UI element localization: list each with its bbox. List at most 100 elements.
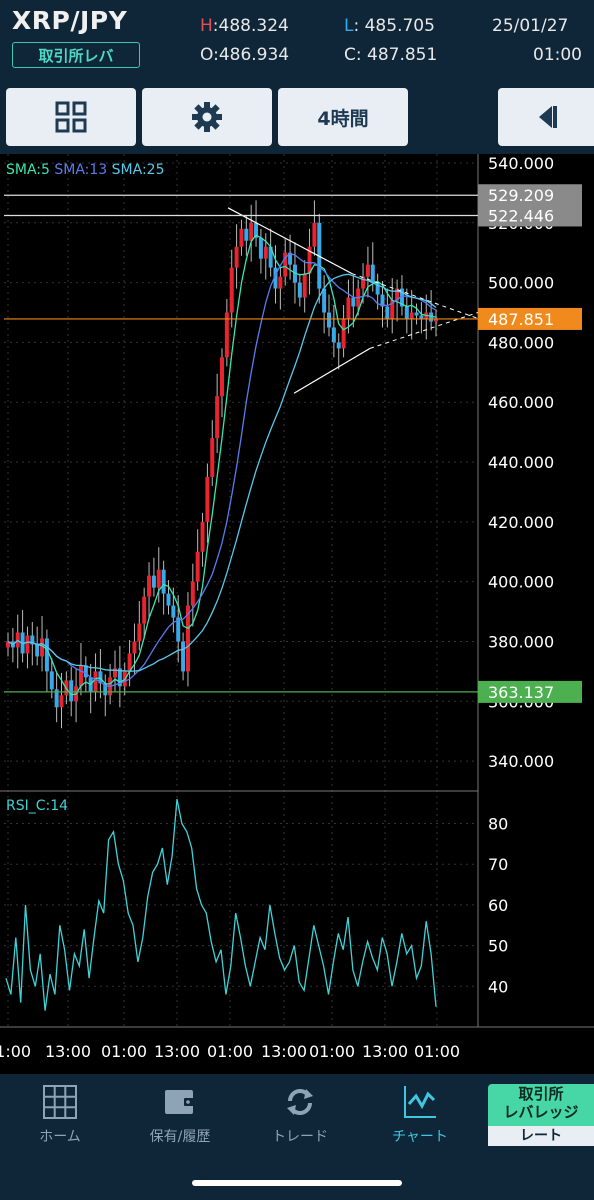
candle-body [234,246,239,268]
mode-badge[interactable]: 取引所レバ [12,42,140,68]
sma25-line [7,273,437,672]
candle-body [69,680,74,702]
candle-body [351,297,356,307]
high-value: :488.324 [212,16,289,36]
open-key: O [200,45,214,65]
home-indicator [192,1180,402,1186]
candle-body [249,222,254,241]
candle-body [346,297,351,319]
chart-area[interactable]: 540.000520.000500.000480.000460.000440.0… [0,154,594,1074]
wallet-icon [165,1090,195,1114]
candle-body [35,644,40,657]
nav-home-label: ホーム [39,1129,81,1145]
candle-body [151,575,156,588]
time-tick-label: 01:00 [0,1042,31,1061]
candle-body [137,623,142,642]
pair-title: XRP/JPY [12,6,128,35]
price-tick-label: 420.000 [488,513,554,532]
collapse-panel-button[interactable] [498,88,594,146]
candle-body [166,593,171,606]
price-tick-label: 340.000 [488,752,554,771]
candle-body [200,521,205,552]
candle-body [195,551,200,582]
candle-body [78,665,83,687]
nav-home[interactable]: ホーム [5,1084,115,1150]
rsi-tick-label: 80 [488,815,508,834]
time-readout: 01:00 [533,45,582,65]
legend-sma13: SMA:13 [54,162,108,178]
time-tick-label: 01:00 [309,1042,355,1061]
candle-body [59,695,64,708]
high-readout: H:488.324 [200,16,289,36]
price-tick-label: 440.000 [488,453,554,472]
close-readout: C: 487.851 [344,45,437,65]
candle-body [365,264,370,277]
candle-body [205,476,210,522]
candle-body [215,396,220,439]
time-tick-label: 13:00 [154,1042,200,1061]
rsi-tick-label: 50 [488,937,508,956]
price-tick-label: 380.000 [488,632,554,651]
candle-body [49,671,54,690]
candle-body [370,264,375,283]
candle-body [297,282,302,298]
candle-body [25,635,30,654]
candle-body [147,575,152,597]
leverage-panel-line1: 取引所 [518,1085,564,1103]
candle-body [404,306,409,319]
candle-body [210,438,215,477]
candle-body [142,596,147,624]
candle-body [161,569,166,594]
date-readout: 25/01/27 [492,16,569,36]
candle-body [171,605,176,618]
candle-body [414,312,419,316]
close-key: C [344,45,356,65]
rsi-tick-label: 40 [488,977,508,996]
candle-body [312,222,317,247]
rate-tab[interactable]: レート [488,1126,594,1146]
gear-icon [192,102,222,132]
nav-holdings-label: 保有/履歴 [149,1129,211,1145]
leverage-panel-title: 取引所 レバレッジ [488,1085,594,1121]
candle-body [156,569,161,588]
candle-body [322,288,327,313]
nav-chart-label: チャート [392,1129,448,1145]
rsi-tick-label: 60 [488,896,508,915]
candle-body [132,641,137,654]
layout-button[interactable] [6,88,136,146]
time-tick-label: 13:00 [362,1042,408,1061]
settings-button[interactable] [142,88,272,146]
header: XRP/JPY 取引所レバ H:488.324 L: 485.705 O:486… [0,0,594,80]
candle-body [181,641,186,672]
price-tick-label: 480.000 [488,333,554,352]
price-level-label: 522.446 [488,206,554,225]
price-tick-label: 460.000 [488,393,554,412]
time-tick-label: 13:00 [45,1042,91,1061]
low-value: : 485.705 [353,16,435,36]
open-readout: O:486.934 [200,45,289,65]
rsi-legend: RSI_C:14 [6,798,69,814]
triangle-lower-line [293,347,371,394]
nav-holdings[interactable]: 保有/履歴 [125,1084,235,1150]
close-value: : 487.851 [355,45,438,65]
candle-body [244,228,249,241]
price-chart-svg[interactable]: 540.000520.000500.000480.000460.000440.0… [0,154,594,1074]
grid-icon [55,101,87,133]
time-tick-label: 13:00 [261,1042,307,1061]
home-grid-icon [43,1085,77,1119]
leverage-panel-line2: レバレッジ [503,1103,579,1121]
nav-chart[interactable]: チャート [365,1084,475,1150]
candle-body [419,315,424,319]
candle-body [239,228,244,247]
interval-button[interactable]: 4時間 [278,88,408,146]
candle-body [336,342,341,349]
nav-trade-label: トレード [272,1129,328,1145]
sma5-line [7,234,437,696]
price-level-label: 363.137 [488,683,554,702]
price-tick-label: 500.000 [488,274,554,293]
high-key: H [200,16,213,36]
price-tick-label: 540.000 [488,154,554,173]
candle-body [327,312,331,328]
candle-body [278,276,283,289]
nav-trade[interactable]: トレード [245,1084,355,1150]
